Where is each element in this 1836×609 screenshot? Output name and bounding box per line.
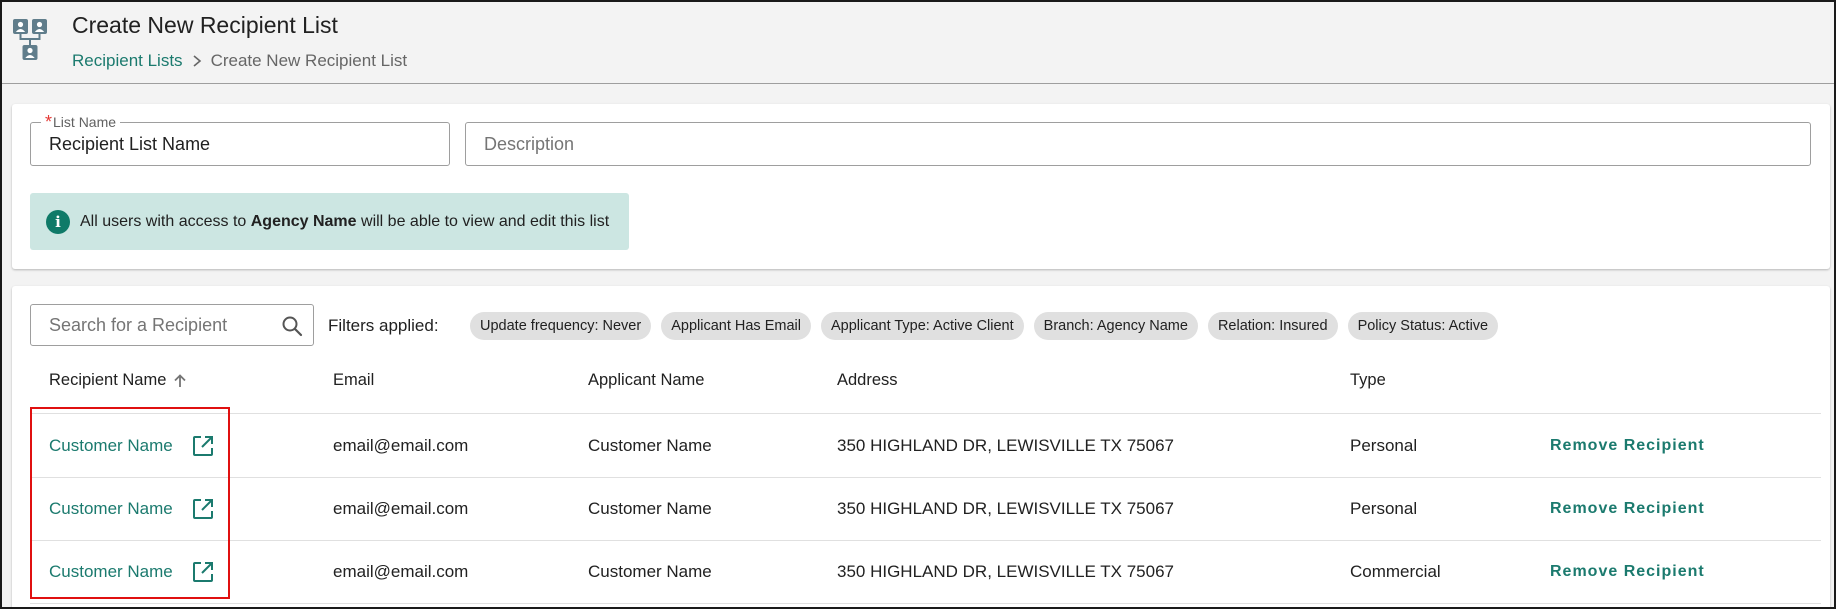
app-window: Create New Recipient List Recipient List… bbox=[0, 0, 1836, 609]
sort-ascending-icon[interactable] bbox=[172, 373, 188, 389]
recipient-name-link[interactable]: Customer Name bbox=[49, 436, 173, 456]
info-text-suffix: will be able to view and edit this list bbox=[356, 212, 610, 230]
type-cell: Personal bbox=[1350, 499, 1418, 518]
recipient-search-input[interactable] bbox=[31, 305, 271, 345]
email-cell: email@email.com bbox=[333, 562, 469, 581]
page-title: Create New Recipient List bbox=[72, 12, 338, 38]
table-header bbox=[30, 370, 1821, 414]
filter-chip-update-frequency[interactable]: Update frequency: Never bbox=[470, 312, 652, 340]
filter-chip-applicant-type[interactable]: Applicant Type: Active Client bbox=[820, 312, 1024, 340]
table-row: Customer Name email@email.com Customer N… bbox=[30, 541, 1821, 604]
remove-recipient-button[interactable]: Remove Recipient bbox=[1550, 500, 1705, 518]
open-in-new-icon[interactable] bbox=[191, 560, 215, 584]
remove-recipient-button[interactable]: Remove Recipient bbox=[1550, 437, 1705, 455]
table-row: Customer Name email@email.com Customer N… bbox=[30, 478, 1821, 541]
chevron-right-icon bbox=[191, 54, 203, 68]
type-cell: Commercial bbox=[1350, 562, 1441, 581]
recipient-list-icon bbox=[13, 19, 47, 60]
applicant-name-cell: Customer Name bbox=[588, 436, 712, 455]
remove-cell: Remove Recipient bbox=[1550, 478, 1705, 540]
recipient-name-link[interactable]: Customer Name bbox=[49, 562, 173, 582]
list-details-card: * List Name i All users with access to A… bbox=[12, 104, 1830, 269]
recipient-name-cell: Customer Name bbox=[49, 415, 215, 477]
column-header-email: Email bbox=[333, 371, 375, 389]
open-in-new-icon[interactable] bbox=[191, 497, 215, 521]
access-info-text: All users with access to Agency Name wil… bbox=[80, 213, 609, 231]
column-header-type: Type bbox=[1350, 371, 1386, 389]
address-cell: 350 HIGHLAND DR, LEWISVILLE TX 75067 bbox=[837, 436, 1175, 455]
filter-chip-relation[interactable]: Relation: Insured bbox=[1207, 312, 1338, 340]
applicant-name-cell: Customer Name bbox=[588, 499, 712, 518]
info-text-agency: Agency Name bbox=[250, 212, 357, 230]
open-in-new-icon[interactable] bbox=[191, 434, 215, 458]
recipients-card: Filters applied: Update frequency: Never… bbox=[12, 286, 1830, 607]
list-name-label: * List Name bbox=[41, 112, 121, 132]
breadcrumb-link-recipient-lists[interactable]: Recipient Lists bbox=[72, 51, 183, 71]
column-header-applicant-name: Applicant Name bbox=[588, 371, 705, 389]
access-info-banner: i All users with access to Agency Name w… bbox=[30, 193, 629, 250]
table-row: Customer Name email@email.com Customer N… bbox=[30, 415, 1821, 478]
recipient-name-cell: Customer Name bbox=[49, 541, 215, 603]
address-cell: 350 HIGHLAND DR, LEWISVILLE TX 75067 bbox=[837, 499, 1175, 518]
filter-chips: Update frequency: Never Applicant Has Em… bbox=[470, 312, 1499, 340]
page-header: Create New Recipient List Recipient List… bbox=[2, 2, 1834, 84]
filter-chip-policy-status[interactable]: Policy Status: Active bbox=[1347, 312, 1499, 340]
recipient-search-box bbox=[30, 304, 314, 346]
filters-applied-label: Filters applied: bbox=[328, 316, 439, 335]
address-cell: 350 HIGHLAND DR, LEWISVILLE TX 75067 bbox=[837, 562, 1175, 581]
info-text-prefix: All users with access to bbox=[80, 212, 251, 230]
applicant-name-cell: Customer Name bbox=[588, 562, 712, 581]
column-header-address: Address bbox=[837, 371, 898, 389]
remove-recipient-button[interactable]: Remove Recipient bbox=[1550, 563, 1705, 581]
search-icon[interactable] bbox=[280, 314, 304, 338]
breadcrumb: Recipient Lists Create New Recipient Lis… bbox=[72, 51, 407, 71]
recipient-name-cell: Customer Name bbox=[49, 478, 215, 540]
list-name-field: * List Name bbox=[30, 113, 450, 166]
recipient-name-link[interactable]: Customer Name bbox=[49, 499, 173, 519]
email-cell: email@email.com bbox=[333, 499, 469, 518]
filter-chip-has-email[interactable]: Applicant Has Email bbox=[661, 312, 811, 340]
column-header-recipient-name[interactable]: Recipient Name bbox=[49, 371, 188, 390]
description-input[interactable] bbox=[466, 123, 1810, 165]
email-cell: email@email.com bbox=[333, 436, 469, 455]
breadcrumb-current: Create New Recipient List bbox=[210, 51, 408, 70]
column-header-recipient-name-label: Recipient Name bbox=[49, 371, 167, 389]
remove-cell: Remove Recipient bbox=[1550, 415, 1705, 477]
remove-cell: Remove Recipient bbox=[1550, 541, 1705, 603]
description-field bbox=[465, 122, 1811, 166]
list-name-label-text: List Name bbox=[53, 114, 117, 130]
info-icon: i bbox=[46, 209, 70, 234]
filter-chip-branch[interactable]: Branch: Agency Name bbox=[1033, 312, 1198, 340]
type-cell: Personal bbox=[1350, 436, 1418, 455]
required-asterisk-icon: * bbox=[45, 112, 53, 132]
